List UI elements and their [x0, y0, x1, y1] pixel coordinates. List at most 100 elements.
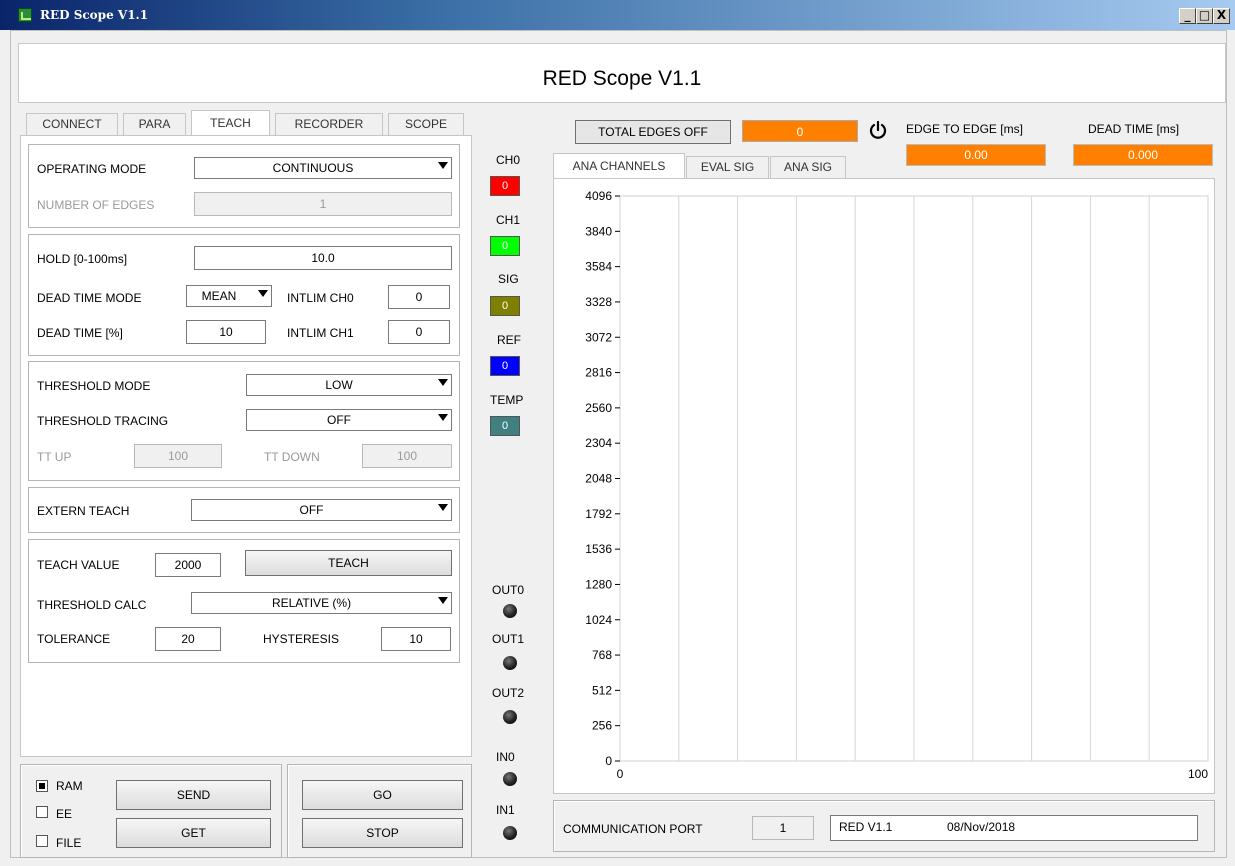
chevron-down-icon — [258, 290, 268, 297]
operating-mode-label: OPERATING MODE — [37, 162, 147, 176]
ch0-indicator: 0 — [490, 176, 520, 196]
power-icon[interactable] — [868, 120, 888, 140]
in1-led-icon — [503, 826, 517, 840]
threshold-calc-select[interactable]: RELATIVE (%) — [191, 592, 452, 614]
threshold-tracing-select[interactable]: OFF — [246, 409, 452, 431]
tolerance-input[interactable]: 20 — [155, 627, 221, 651]
edge-to-edge-label: EDGE TO EDGE [ms] — [906, 122, 1023, 136]
window-title: RED Scope V1.1 — [40, 8, 149, 22]
tt-up-input[interactable]: 100 — [134, 444, 222, 468]
stop-button[interactable]: STOP — [302, 818, 463, 848]
ref-label: REF — [497, 333, 521, 347]
hold-input[interactable]: 10.0 — [194, 246, 452, 270]
minimize-button[interactable]: _ — [1179, 8, 1196, 24]
go-button[interactable]: GO — [302, 780, 463, 810]
tab-recorder[interactable]: RECORDER — [275, 113, 383, 135]
y-tick-label: 256 — [592, 719, 612, 733]
x-tick-label: 100 — [1188, 767, 1208, 781]
sig-label: SIG — [498, 272, 519, 286]
extern-teach-value: OFF — [299, 503, 324, 517]
extern-teach-select[interactable]: OFF — [191, 499, 452, 521]
send-button[interactable]: SEND — [116, 780, 271, 810]
operating-mode-value: CONTINUOUS — [272, 161, 354, 175]
threshold-mode-select[interactable]: LOW — [246, 374, 452, 396]
ch0-label: CH0 — [496, 153, 521, 167]
in0-led-icon — [503, 772, 517, 786]
intlim-ch1-input[interactable]: 0 — [388, 320, 450, 344]
maximize-button[interactable]: □ — [1196, 8, 1213, 24]
total-edges-button[interactable]: TOTAL EDGES OFF — [575, 120, 731, 144]
tab-connect[interactable]: CONNECT — [26, 113, 118, 135]
y-tick-label: 1536 — [585, 542, 612, 556]
y-tick-label: 2048 — [585, 472, 612, 486]
tab-eval-sig[interactable]: EVAL SIG — [686, 156, 769, 179]
temp-label: TEMP — [490, 393, 524, 407]
file-label: FILE — [56, 836, 82, 850]
dead-time-mode-value: MEAN — [201, 289, 237, 303]
total-edges-value: 0 — [742, 120, 858, 142]
extern-teach-label: EXTERN TEACH — [37, 504, 130, 518]
communication-port-label: COMMUNICATION PORT — [563, 822, 703, 836]
temp-indicator: 0 — [490, 416, 520, 436]
ee-checkbox[interactable] — [36, 806, 48, 818]
tab-ana-sig[interactable]: ANA SIG — [770, 156, 846, 179]
out0-label: OUT0 — [492, 583, 525, 597]
hysteresis-label: HYSTERESIS — [263, 632, 340, 646]
scope-chart: 4096384035843328307228162560230420481792… — [585, 189, 1209, 781]
tab-scope[interactable]: SCOPE — [388, 113, 464, 135]
intlim-ch0-label: INTLIM CH0 — [287, 291, 354, 305]
x-tick-label: 0 — [617, 767, 624, 781]
y-tick-label: 0 — [605, 754, 612, 768]
y-tick-label: 512 — [592, 683, 612, 697]
tt-up-label: TT UP — [37, 450, 72, 464]
y-tick-label: 3072 — [585, 330, 612, 344]
y-tick-label: 2304 — [585, 436, 612, 450]
y-tick-label: 4096 — [585, 189, 612, 203]
dead-time-label: DEAD TIME [%] — [37, 326, 123, 340]
tab-ana-channels[interactable]: ANA CHANNELS — [553, 153, 685, 179]
app-header: RED Scope V1.1 — [18, 43, 1226, 103]
ch1-indicator: 0 — [490, 236, 520, 256]
hold-label: HOLD [0-100ms] — [37, 252, 128, 266]
y-tick-label: 2560 — [585, 401, 612, 415]
y-tick-label: 1280 — [585, 577, 612, 591]
in0-label: IN0 — [496, 750, 515, 764]
app-icon — [18, 8, 32, 22]
dead-time-mode-select[interactable]: MEAN — [186, 285, 272, 307]
hysteresis-input[interactable]: 10 — [381, 627, 451, 651]
chevron-down-icon — [438, 379, 448, 386]
device-info-field: RED V1.1 08/Nov/2018 — [830, 815, 1198, 841]
teach-value-label: TEACH VALUE — [37, 558, 120, 572]
device-name: RED V1.1 — [839, 820, 893, 834]
tab-teach[interactable]: TEACH — [191, 110, 270, 136]
threshold-mode-label: THRESHOLD MODE — [37, 379, 151, 393]
get-button[interactable]: GET — [116, 818, 271, 848]
edge-to-edge-value: 0.00 — [906, 144, 1046, 166]
y-tick-label: 1024 — [585, 613, 612, 627]
file-checkbox[interactable] — [36, 835, 48, 847]
device-date: 08/Nov/2018 — [947, 820, 1016, 834]
ram-checkbox[interactable] — [36, 780, 48, 792]
out1-label: OUT1 — [492, 632, 525, 646]
ref-indicator: 0 — [490, 356, 520, 376]
number-of-edges-field[interactable]: 1 — [194, 192, 452, 216]
intlim-ch0-input[interactable]: 0 — [388, 285, 450, 309]
close-button[interactable]: X — [1213, 8, 1230, 24]
sig-indicator: 0 — [490, 296, 520, 316]
tab-para[interactable]: PARA — [123, 113, 186, 135]
in1-label: IN1 — [496, 803, 515, 817]
y-tick-label: 768 — [592, 648, 612, 662]
y-tick-label: 1792 — [585, 507, 612, 521]
y-tick-label: 3584 — [585, 260, 612, 274]
teach-value-input[interactable]: 2000 — [155, 553, 221, 577]
out2-led-icon — [503, 710, 517, 724]
operating-mode-select[interactable]: CONTINUOUS — [194, 157, 452, 179]
communication-port-field[interactable]: 1 — [752, 816, 814, 840]
tt-down-label: TT DOWN — [264, 450, 320, 464]
out1-led-icon — [503, 656, 517, 670]
y-tick-label: 2816 — [585, 366, 612, 380]
y-tick-label: 3840 — [585, 224, 612, 238]
tt-down-input[interactable]: 100 — [362, 444, 452, 468]
dead-time-input[interactable]: 10 — [186, 320, 266, 344]
teach-button[interactable]: TEACH — [245, 550, 452, 576]
